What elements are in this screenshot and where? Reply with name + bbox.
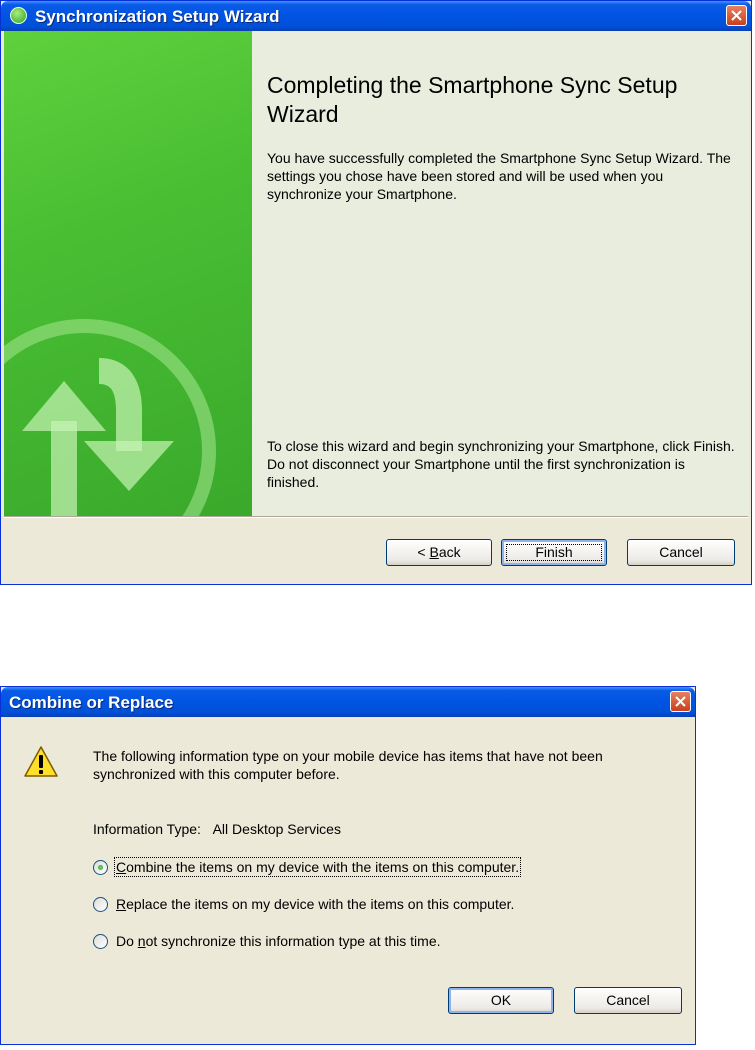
info-type-label: Information Type: (93, 821, 201, 837)
combine-option-label[interactable]: Combine the items on my device with the … (113, 857, 522, 877)
ok-button[interactable]: OK (448, 987, 554, 1014)
wizard-content-pane: Completing the Smartphone Sync Setup Wiz… (252, 31, 749, 516)
dialog-titlebar[interactable]: Combine or Replace (1, 687, 695, 717)
dialog-title: Combine or Replace (9, 693, 174, 712)
warning-icon (24, 746, 58, 777)
wizard-side-banner (4, 31, 252, 516)
replace-radio[interactable] (93, 897, 108, 912)
wizard-cancel-label: Cancel (659, 544, 703, 560)
back-button-label: ack (438, 544, 461, 560)
wizard-finish-instructions: To close this wizard and begin synchroni… (267, 438, 735, 490)
dialog-cancel-label: Cancel (606, 992, 650, 1008)
do-not-sync-prefix: Do (116, 933, 138, 949)
combine-mnemonic: C (116, 859, 127, 875)
wizard-cancel-button[interactable]: Cancel (627, 539, 735, 566)
do-not-sync-option-label[interactable]: Do not synchronize this information type… (116, 933, 441, 949)
do-not-sync-label-text: ot synchronize this information type at … (145, 933, 441, 949)
back-button-mnemonic: B (429, 544, 439, 560)
info-type-value: All Desktop Services (212, 821, 341, 837)
do-not-sync-radio[interactable] (93, 934, 108, 949)
combine-label-text: ombine the items on my device with the i… (126, 859, 520, 875)
combine-radio[interactable] (93, 860, 108, 875)
wizard-titlebar[interactable]: Synchronization Setup Wizard (1, 1, 751, 31)
dialog-message: The following information type on your m… (93, 748, 603, 782)
wizard-title: Synchronization Setup Wizard (35, 7, 280, 26)
back-button-prefix: < (417, 544, 430, 560)
information-type-line: Information Type: All Desktop Services (93, 820, 341, 838)
sync-app-icon (10, 7, 27, 24)
combine-or-replace-dialog: Combine or Replace The following informa… (0, 686, 696, 1045)
ok-button-label: OK (490, 992, 512, 1008)
do-not-sync-mnemonic: n (137, 933, 146, 949)
replace-label-text: eplace the items on my device with the i… (126, 896, 515, 912)
focus-rect (506, 544, 602, 561)
back-button[interactable]: < Back (386, 539, 492, 566)
close-icon (675, 696, 686, 707)
close-icon (731, 10, 742, 21)
finish-button[interactable]: Finish (501, 539, 607, 566)
wizard-completion-text: You have successfully completed the Smar… (267, 150, 731, 202)
dialog-cancel-button[interactable]: Cancel (574, 987, 682, 1014)
replace-mnemonic: R (116, 896, 127, 912)
sync-setup-wizard-window: Synchronization Setup Wizard Completing … (0, 0, 752, 585)
wizard-close-button[interactable] (726, 5, 747, 26)
wizard-heading: Completing the Smartphone Sync Setup Wiz… (267, 72, 678, 127)
replace-option-label[interactable]: Replace the items on my device with the … (116, 896, 514, 912)
wizard-button-separator (4, 516, 748, 518)
dialog-close-button[interactable] (670, 691, 691, 712)
sync-arrows-graphic (4, 319, 216, 516)
